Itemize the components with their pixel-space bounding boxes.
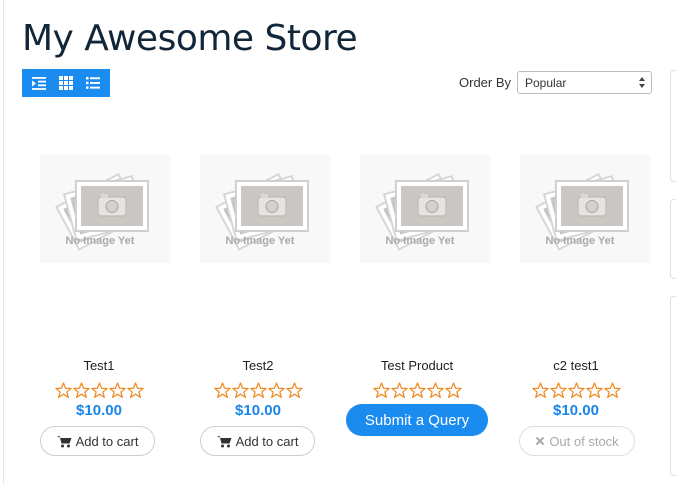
star-empty-icon	[286, 382, 303, 398]
side-panel-card	[670, 70, 676, 182]
product-image[interactable]: No Image Yet	[40, 155, 170, 263]
view-mode-toggle	[22, 69, 110, 97]
star-empty-icon	[373, 382, 390, 398]
product-price: $10.00	[553, 402, 599, 419]
page-left-border	[3, 0, 4, 484]
no-image-text: No Image Yet	[225, 235, 295, 247]
rating-stars	[342, 382, 492, 398]
rating-stars	[501, 382, 651, 398]
page-title: My Awesome Store	[22, 18, 358, 59]
cart-icon	[216, 435, 232, 447]
close-icon	[536, 436, 545, 446]
star-empty-icon	[445, 382, 462, 398]
star-empty-icon	[73, 382, 90, 398]
product-image[interactable]: No Image Yet	[360, 155, 490, 263]
star-empty-icon	[127, 382, 144, 398]
product-price: $10.00	[76, 402, 122, 419]
no-image-text: No Image Yet	[545, 235, 615, 247]
out-of-stock-label: Out of stock	[549, 433, 619, 449]
star-empty-icon	[427, 382, 444, 398]
product-name[interactable]: Test1	[24, 358, 174, 373]
submit-query-button[interactable]: Submit a Query	[346, 404, 488, 436]
star-empty-icon	[604, 382, 621, 398]
product-name[interactable]: Test Product	[342, 358, 492, 373]
product-name[interactable]: c2 test1	[501, 358, 651, 373]
list-icon[interactable]	[83, 73, 103, 93]
no-image-text: No Image Yet	[65, 235, 135, 247]
star-empty-icon	[268, 382, 285, 398]
star-empty-icon	[409, 382, 426, 398]
add-to-cart-label: Add to cart	[75, 433, 139, 449]
side-panel-card	[670, 199, 676, 279]
grid-icon[interactable]	[56, 73, 76, 93]
no-image-text: No Image Yet	[385, 235, 455, 247]
star-empty-icon	[391, 382, 408, 398]
star-empty-icon	[232, 382, 249, 398]
add-to-cart-button[interactable]: Add to cart	[40, 426, 155, 456]
side-panel-card	[670, 296, 676, 476]
product-price: $10.00	[235, 402, 281, 419]
star-empty-icon	[109, 382, 126, 398]
star-empty-icon	[250, 382, 267, 398]
star-empty-icon	[568, 382, 585, 398]
out-of-stock-button: Out of stock	[519, 426, 635, 456]
add-to-cart-button[interactable]: Add to cart	[200, 426, 315, 456]
star-empty-icon	[586, 382, 603, 398]
cart-icon	[56, 435, 72, 447]
product-image[interactable]: No Image Yet	[520, 155, 650, 263]
order-by-select[interactable]: Popular	[517, 71, 652, 94]
indent-list-icon[interactable]	[29, 73, 49, 93]
star-empty-icon	[550, 382, 567, 398]
rating-stars	[183, 382, 333, 398]
product-name[interactable]: Test2	[183, 358, 333, 373]
order-by-selected-value: Popular	[525, 76, 567, 90]
order-by-label: Order By	[459, 75, 512, 90]
star-empty-icon	[532, 382, 549, 398]
product-image[interactable]: No Image Yet	[200, 155, 330, 263]
star-empty-icon	[91, 382, 108, 398]
rating-stars	[24, 382, 174, 398]
select-arrows-icon	[639, 77, 645, 88]
star-empty-icon	[55, 382, 72, 398]
star-empty-icon	[214, 382, 231, 398]
add-to-cart-label: Add to cart	[235, 433, 299, 449]
